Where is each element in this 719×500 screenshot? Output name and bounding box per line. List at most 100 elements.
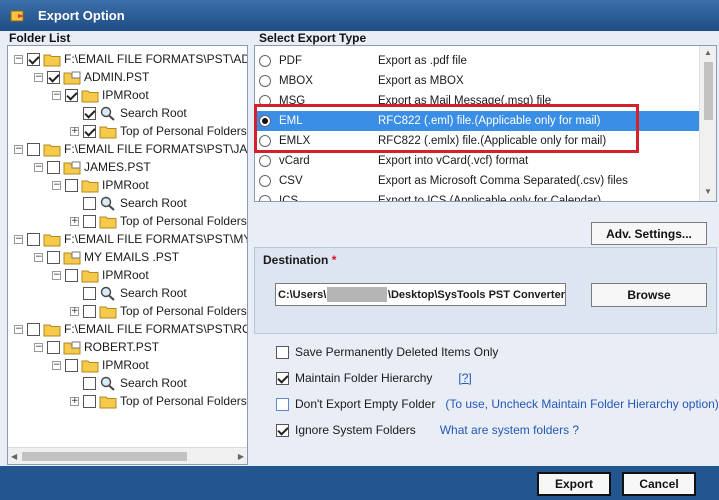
- option-maintain-hierarchy[interactable]: Maintain Folder Hierarchy [?]: [276, 371, 472, 385]
- tree-node[interactable]: − F:\EMAIL FILE FORMATS\PST\MY E: [14, 230, 247, 248]
- tree-node[interactable]: + Top of Personal Folders: [70, 392, 247, 410]
- expand-icon[interactable]: +: [70, 306, 79, 316]
- search-folder-icon: [99, 106, 117, 121]
- tree-node-checkbox[interactable]: [65, 88, 78, 102]
- tree-node-checkbox[interactable]: [83, 394, 96, 408]
- option-save-deleted[interactable]: Save Permanently Deleted Items Only: [276, 345, 498, 359]
- export-option-vcard[interactable]: vCard Export into vCard(.vcf) format: [255, 151, 701, 171]
- radio-button[interactable]: [259, 175, 271, 187]
- tree-node-checkbox[interactable]: [83, 106, 96, 120]
- export-button[interactable]: Export: [537, 472, 611, 496]
- destination-path-field[interactable]: C:\Users\ \Desktop\SysTools PST Converte…: [275, 283, 566, 306]
- tree-node[interactable]: − IPMRoot: [52, 266, 149, 284]
- collapse-icon[interactable]: −: [34, 72, 43, 82]
- cancel-button[interactable]: Cancel: [622, 472, 696, 496]
- radio-button[interactable]: [259, 55, 271, 67]
- tree-node-checkbox[interactable]: [47, 250, 60, 264]
- scroll-thumb[interactable]: [22, 452, 187, 461]
- export-option-csv[interactable]: CSV Export as Microsoft Comma Separated(.…: [255, 171, 701, 191]
- export-option-msg[interactable]: MSG Export as Mail Message(.msg) file: [255, 91, 701, 111]
- scroll-up-arrow-icon[interactable]: ▲: [704, 48, 712, 57]
- system-folders-link[interactable]: What are system folders ?: [440, 423, 579, 437]
- tree-node-checkbox[interactable]: [47, 340, 60, 354]
- tree-node[interactable]: Search Root: [70, 284, 187, 302]
- tree-node[interactable]: Search Root: [70, 194, 187, 212]
- tree-node-checkbox[interactable]: [83, 376, 96, 390]
- tree-node[interactable]: − F:\EMAIL FILE FORMATS\PST\ADM: [14, 50, 247, 68]
- tree-node-checkbox[interactable]: [83, 196, 96, 210]
- hierarchy-help-link[interactable]: [?]: [458, 371, 471, 385]
- export-option-mbox[interactable]: MBOX Export as MBOX: [255, 71, 701, 91]
- tree-node[interactable]: − ROBERT.PST: [34, 338, 159, 356]
- folder-icon: [43, 232, 61, 247]
- tree-node-checkbox[interactable]: [27, 232, 40, 246]
- tree-node-checkbox[interactable]: [65, 178, 78, 192]
- tree-node[interactable]: Search Root: [70, 104, 187, 122]
- maintain-hierarchy-checkbox[interactable]: [276, 371, 289, 385]
- option-ignore-system[interactable]: Ignore System Folders What are system fo…: [276, 423, 579, 437]
- tree-node-label: IPMRoot: [102, 178, 149, 192]
- collapse-icon[interactable]: −: [52, 360, 61, 370]
- radio-button[interactable]: [259, 75, 271, 87]
- radio-button[interactable]: [259, 115, 271, 127]
- tree-node[interactable]: − IPMRoot: [52, 356, 149, 374]
- tree-node[interactable]: − F:\EMAIL FILE FORMATS\PST\JAME: [14, 140, 247, 158]
- scroll-left-arrow-icon[interactable]: ◀: [11, 452, 17, 461]
- adv-settings-button[interactable]: Adv. Settings...: [591, 222, 707, 245]
- radio-button[interactable]: [259, 95, 271, 107]
- folder-tree[interactable]: − F:\EMAIL FILE FORMATS\PST\ADM − ADMIN.PST…: [7, 45, 248, 465]
- tree-node[interactable]: + Top of Personal Folders: [70, 212, 247, 230]
- collapse-icon[interactable]: −: [52, 180, 61, 190]
- tree-node-checkbox[interactable]: [83, 124, 96, 138]
- collapse-icon[interactable]: −: [14, 324, 23, 334]
- tree-node[interactable]: − F:\EMAIL FILE FORMATS\PST\ROBE: [14, 320, 247, 338]
- collapse-icon[interactable]: −: [34, 252, 43, 262]
- scroll-right-arrow-icon[interactable]: ▶: [238, 452, 244, 461]
- collapse-icon[interactable]: −: [34, 162, 43, 172]
- tree-node-checkbox[interactable]: [27, 322, 40, 336]
- export-option-emlx[interactable]: EMLX RFC822 (.emlx) file.(Applicable only…: [255, 131, 701, 151]
- radio-button[interactable]: [259, 195, 271, 201]
- export-list-scrollbar[interactable]: ▲ ▼: [699, 46, 716, 201]
- tree-node-checkbox[interactable]: [27, 142, 40, 156]
- expand-icon[interactable]: +: [70, 126, 79, 136]
- tree-node-checkbox[interactable]: [47, 70, 60, 84]
- tree-node[interactable]: + Top of Personal Folders: [70, 122, 247, 140]
- ignore-system-checkbox[interactable]: [276, 423, 289, 437]
- tree-node[interactable]: − ADMIN.PST: [34, 68, 149, 86]
- tree-node[interactable]: − JAMES.PST: [34, 158, 151, 176]
- tree-node[interactable]: + Top of Personal Folders: [70, 302, 247, 320]
- tree-node-checkbox[interactable]: [65, 358, 78, 372]
- expand-icon[interactable]: +: [70, 216, 79, 226]
- scroll-thumb[interactable]: [704, 62, 713, 120]
- export-type-list[interactable]: ICS Export to ICS (Applicable only for Ca…: [254, 45, 717, 202]
- tree-horizontal-scrollbar[interactable]: ◀ ▶: [8, 447, 247, 464]
- export-option-eml[interactable]: EML RFC822 (.eml) file.(Applicable only f…: [255, 111, 701, 131]
- collapse-icon[interactable]: −: [14, 54, 23, 64]
- radio-button[interactable]: [259, 155, 271, 167]
- export-option-ics[interactable]: ICS Export to ICS (Applicable only for Ca…: [255, 191, 701, 201]
- scroll-down-arrow-icon[interactable]: ▼: [704, 187, 712, 196]
- radio-button[interactable]: [259, 135, 271, 147]
- tree-node[interactable]: − IPMRoot: [52, 86, 149, 104]
- tree-node-checkbox[interactable]: [47, 160, 60, 174]
- collapse-icon[interactable]: −: [52, 90, 61, 100]
- dont-export-empty-checkbox[interactable]: [276, 397, 289, 411]
- export-option-pdf[interactable]: PDF Export as .pdf file: [255, 51, 701, 71]
- expand-icon[interactable]: +: [70, 396, 79, 406]
- tree-node-checkbox[interactable]: [83, 304, 96, 318]
- tree-node[interactable]: Search Root: [70, 374, 187, 392]
- collapse-icon[interactable]: −: [14, 144, 23, 154]
- collapse-icon[interactable]: −: [52, 270, 61, 280]
- browse-button[interactable]: Browse: [591, 283, 707, 307]
- save-deleted-checkbox[interactable]: [276, 345, 289, 359]
- tree-node[interactable]: − IPMRoot: [52, 176, 149, 194]
- tree-node-checkbox[interactable]: [83, 214, 96, 228]
- option-dont-export-empty[interactable]: Don't Export Empty Folder (To use, Unche…: [276, 397, 719, 411]
- tree-node-checkbox[interactable]: [83, 286, 96, 300]
- collapse-icon[interactable]: −: [34, 342, 43, 352]
- collapse-icon[interactable]: −: [14, 234, 23, 244]
- tree-node-checkbox[interactable]: [27, 52, 40, 66]
- tree-node-checkbox[interactable]: [65, 268, 78, 282]
- tree-node[interactable]: − MY EMAILS .PST: [34, 248, 179, 266]
